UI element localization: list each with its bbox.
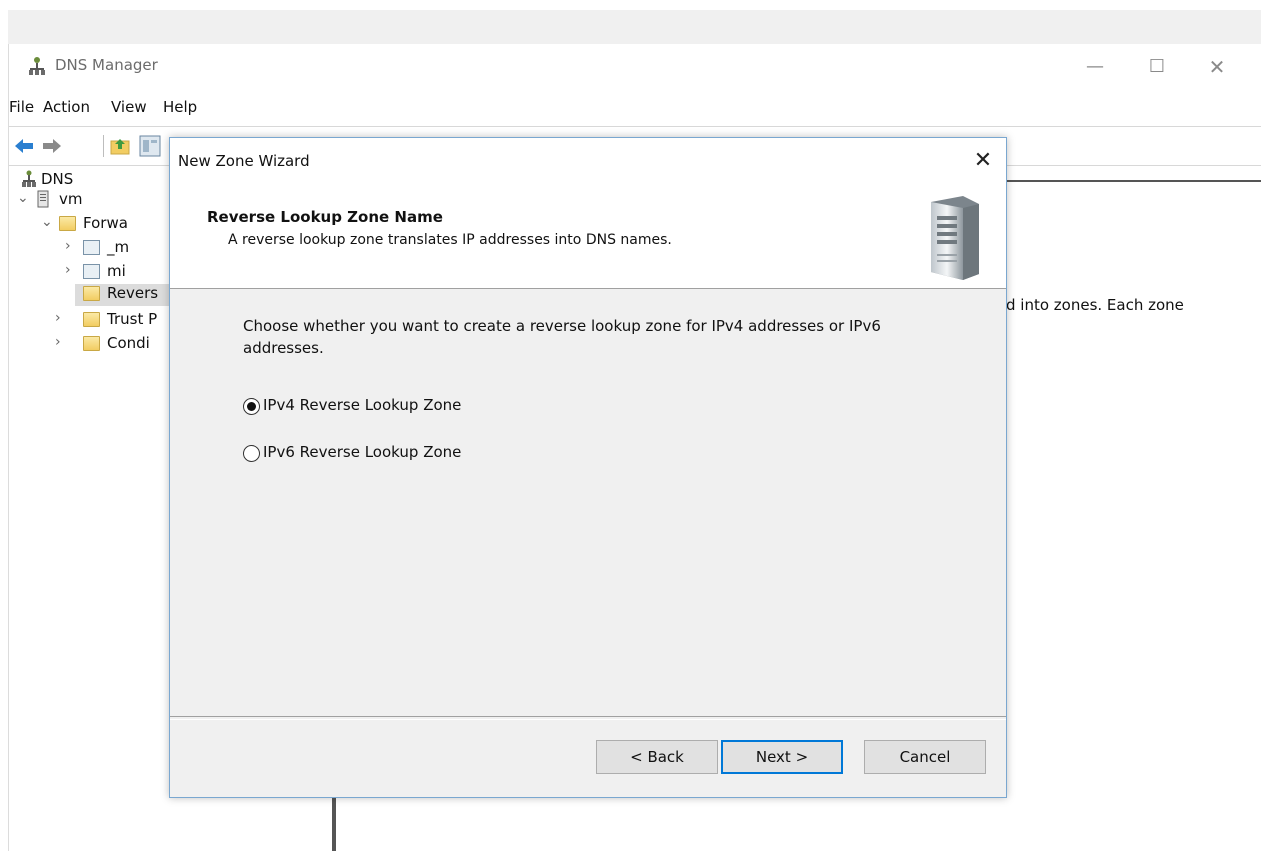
tree-item-conditional-forwarders[interactable]: › Condi [55, 334, 181, 356]
tree-item-zone-1[interactable]: › _m [65, 238, 185, 260]
title-bar: DNS Manager — ☐ ✕ [9, 44, 1261, 90]
wizard-body: Choose whether you want to create a reve… [170, 289, 1006, 716]
close-window-button[interactable]: ✕ [1194, 50, 1240, 84]
minimize-button[interactable]: — [1072, 50, 1118, 84]
up-folder-icon[interactable] [109, 135, 131, 157]
menu-action[interactable]: Action [43, 98, 90, 116]
folder-icon [59, 216, 76, 231]
tree-label: _m [107, 238, 130, 256]
tree-item-reverse-lookup[interactable]: Revers [75, 284, 175, 306]
chevron-down-icon[interactable]: ⌄ [17, 190, 31, 206]
tree-item-zone-2[interactable]: › mi [65, 262, 185, 284]
pane-splitter[interactable] [332, 795, 336, 851]
dialog-title: New Zone Wizard [178, 152, 310, 170]
cropped-top-text [0, 0, 1261, 10]
cancel-button[interactable]: Cancel [864, 740, 986, 774]
zone-icon [83, 240, 100, 255]
back-arrow-icon[interactable] [13, 135, 35, 157]
tree-item-dns[interactable]: DNS [17, 170, 137, 192]
menu-help[interactable]: Help [163, 98, 197, 116]
ipv6-radio-label[interactable]: IPv6 Reverse Lookup Zone [263, 443, 461, 461]
toolbar-separator [103, 135, 104, 157]
menu-bar: File Action View Help [9, 92, 1261, 122]
dialog-title-bar: New Zone Wizard ✕ [170, 138, 1006, 184]
chevron-right-icon[interactable]: › [65, 238, 79, 254]
dialog-close-button[interactable]: ✕ [968, 146, 998, 176]
window-title: DNS Manager [55, 56, 158, 74]
wizard-page-subtitle: A reverse lookup zone translates IP addr… [228, 232, 672, 248]
forward-arrow-icon[interactable] [41, 135, 63, 157]
menu-file[interactable]: File [9, 98, 34, 116]
ipv4-radio[interactable] [243, 398, 260, 415]
server-icon [37, 190, 49, 208]
folder-icon [83, 286, 100, 301]
tree-label: DNS [41, 170, 74, 188]
tree-item-trust-points[interactable]: › Trust P [55, 310, 181, 332]
right-pane-description: d into zones. Each zone [1006, 296, 1184, 314]
tree-item-forward-lookup[interactable]: ⌄ Forwa [41, 214, 181, 236]
top-gray-band [8, 10, 1261, 44]
tree-label: Forwa [83, 214, 128, 232]
wizard-header: Reverse Lookup Zone Name A reverse looku… [170, 184, 1006, 289]
chevron-right-icon[interactable]: › [55, 334, 69, 350]
wizard-page-title: Reverse Lookup Zone Name [207, 208, 443, 226]
tree-item-server[interactable]: ⌄ vm [17, 190, 167, 212]
instruction-text: Choose whether you want to create a reve… [243, 317, 881, 357]
folder-icon [83, 336, 100, 351]
ipv4-radio-label[interactable]: IPv4 Reverse Lookup Zone [263, 396, 461, 414]
dns-icon [22, 170, 36, 187]
new-zone-wizard-dialog: New Zone Wizard ✕ Reverse Lookup Zone Na… [169, 137, 1007, 798]
folder-icon [83, 312, 100, 327]
chevron-right-icon[interactable]: › [65, 262, 79, 278]
tree-label: Revers [107, 284, 159, 302]
next-button[interactable]: Next > [721, 740, 843, 774]
tree-label: vm [59, 190, 83, 208]
server-tower-icon [931, 196, 979, 280]
maximize-button[interactable]: ☐ [1134, 50, 1180, 84]
dns-manager-icon [29, 57, 45, 75]
zone-icon [83, 264, 100, 279]
chevron-down-icon[interactable]: ⌄ [41, 214, 55, 230]
tree-label: mi [107, 262, 126, 280]
tree-label: Condi [107, 334, 150, 352]
tree-label: Trust P [107, 310, 158, 328]
chevron-right-icon[interactable]: › [55, 310, 69, 326]
show-console-tree-icon[interactable] [139, 135, 161, 157]
footer-separator [170, 716, 1006, 720]
menu-view[interactable]: View [111, 98, 147, 116]
back-button[interactable]: < Back [596, 740, 718, 774]
ipv6-radio[interactable] [243, 445, 260, 462]
pane-header-line [1005, 180, 1261, 182]
